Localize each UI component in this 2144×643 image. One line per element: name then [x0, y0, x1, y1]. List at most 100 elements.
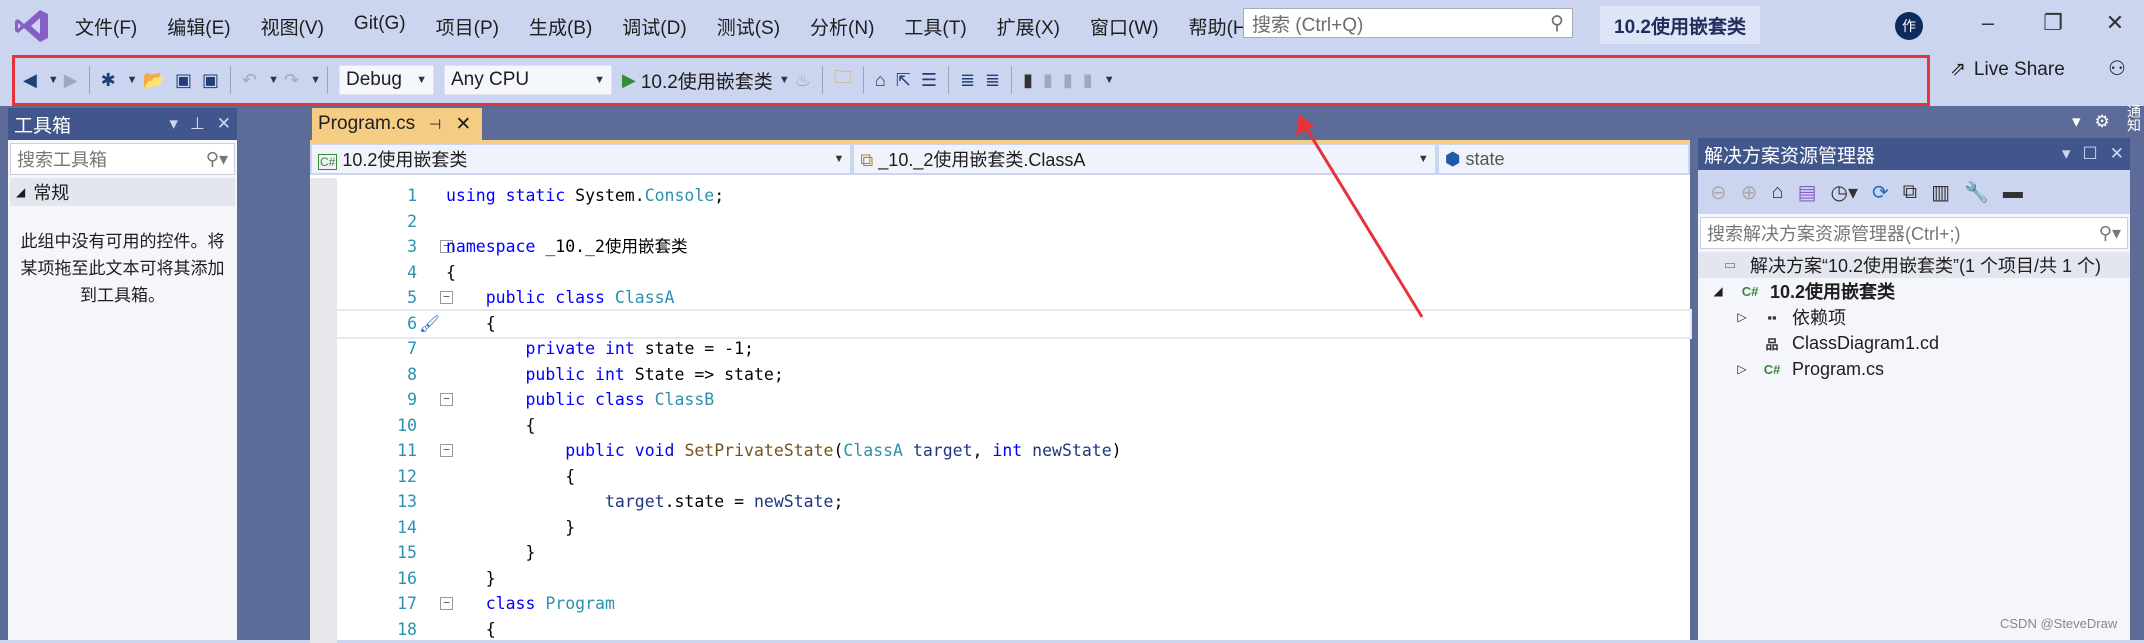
forward-icon[interactable]: ⊕	[1741, 180, 1758, 205]
close-icon[interactable]: ✕	[2110, 144, 2124, 164]
forward-icon[interactable]: ▶	[64, 70, 78, 91]
close-icon[interactable]: ✕	[2100, 10, 2130, 36]
toolbox-group-general[interactable]: ◢ 常规	[10, 178, 235, 206]
code-line[interactable]: 11− public void SetPrivateState(ClassA t…	[337, 438, 1690, 464]
tree-item-dependencies[interactable]: ▷ ▪▪ 依赖项	[1698, 304, 2130, 330]
open-file-icon[interactable]: 📂	[143, 70, 165, 91]
menu-item[interactable]: 窗口(W)	[1075, 13, 1174, 40]
menu-item[interactable]: 测试(S)	[702, 13, 795, 40]
tree-project[interactable]: ◢ C# 10.2使用嵌套类	[1698, 278, 2130, 304]
uncomment-icon[interactable]: ≣	[985, 70, 1000, 91]
dropdown-icon[interactable]: ▾	[169, 114, 178, 134]
bookmark-icon[interactable]: ▮	[1023, 70, 1033, 91]
close-tab-icon[interactable]: ✕	[455, 113, 471, 136]
tree-solution[interactable]: ▭ 解决方案“10.2使用嵌套类”(1 个项目/共 1 个)	[1698, 252, 2130, 278]
tree-item-program-cs[interactable]: ▷ C# Program.cs	[1698, 356, 2130, 382]
avatar[interactable]: 作	[1895, 12, 1923, 40]
toolbox-search-input[interactable]: 搜索工具箱 ⚲▾	[10, 143, 235, 175]
notifications-tab[interactable]: 通知	[2126, 104, 2144, 132]
dropdown-icon[interactable]: ▾	[2062, 144, 2071, 164]
redo-icon[interactable]: ↷	[284, 70, 299, 91]
code-line[interactable]: 8 public int State => state;	[337, 362, 1690, 388]
pending-changes-icon[interactable]: ◷▾	[1831, 180, 1859, 205]
member-dropdown[interactable]: ⬢ state	[1438, 145, 1688, 173]
minimize-icon[interactable]: –	[1973, 10, 2003, 36]
find-in-files-icon[interactable]: 🗀	[834, 65, 852, 95]
menu-item[interactable]: 视图(V)	[246, 13, 339, 40]
restore-icon[interactable]: ❐	[2038, 10, 2068, 36]
code-line[interactable]: 3− namespace _10._2使用嵌套类	[337, 234, 1690, 260]
project-dropdown[interactable]: C# 10.2使用嵌套类 ▼	[312, 145, 851, 173]
next-bookmark-icon[interactable]: ▮	[1063, 70, 1073, 91]
close-icon[interactable]: ✕	[217, 114, 231, 134]
collapsed-icon[interactable]: ▷	[1734, 310, 1750, 324]
code-line[interactable]: 12 {	[337, 464, 1690, 490]
tab-program-cs[interactable]: Program.cs ⊣ ✕	[312, 108, 482, 140]
feedback-icon[interactable]: ⚇	[2108, 56, 2126, 81]
code-line[interactable]: 18 {	[337, 617, 1690, 643]
collapsed-icon[interactable]: ▷	[1734, 362, 1750, 376]
code-line[interactable]: 10 {	[337, 413, 1690, 439]
show-all-files-icon[interactable]: ▥	[1931, 180, 1950, 205]
settings-gear-icon[interactable]: ⚙	[2095, 112, 2110, 132]
hot-reload-icon[interactable]: ♨	[795, 70, 811, 91]
code-line[interactable]: 15 }	[337, 540, 1690, 566]
code-line[interactable]: 7 private int state = -1;	[337, 336, 1690, 362]
code-line[interactable]: 6 🖌 {	[335, 308, 1692, 339]
save-icon[interactable]: ▣	[175, 70, 192, 91]
configuration-select[interactable]: Debug ▼	[338, 65, 434, 95]
back-icon[interactable]: ◀	[23, 70, 37, 91]
menu-item[interactable]: 分析(N)	[795, 13, 889, 40]
new-project-icon[interactable]: ✱	[101, 70, 116, 91]
code-line[interactable]: 2	[337, 209, 1690, 235]
outline-icon[interactable]: ☰	[921, 70, 937, 91]
solution-search-input[interactable]: 搜索解决方案资源管理器(Ctrl+;) ⚲▾	[1700, 217, 2128, 249]
code-line[interactable]: 1 using static System.Console;	[337, 183, 1690, 209]
pin-icon[interactable]: ⊣	[429, 116, 441, 133]
pin-icon[interactable]: ⊥	[190, 114, 205, 134]
expanded-icon[interactable]: ◢	[1710, 284, 1726, 298]
browser-icon[interactable]: ⌂	[875, 70, 886, 91]
start-button[interactable]: 10.2使用嵌套类	[641, 67, 773, 94]
line-number: 1	[407, 186, 417, 205]
code-line[interactable]: 5− public class ClassA	[337, 285, 1690, 311]
properties-icon[interactable]: 🔧	[1964, 180, 1989, 205]
code-line[interactable]: 4{	[337, 260, 1690, 286]
tree-item-classdiagram[interactable]: 品 ClassDiagram1.cd	[1698, 330, 2130, 356]
menu-item[interactable]: 项目(P)	[421, 13, 514, 40]
type-dropdown[interactable]: ⧉ _10._2使用嵌套类.ClassA ▼	[854, 145, 1435, 173]
comment-icon[interactable]: ≣	[960, 70, 975, 91]
dropdown-icon[interactable]: ▾	[2072, 112, 2081, 132]
prev-bookmark-icon[interactable]: ▮	[1043, 70, 1053, 91]
home-icon[interactable]: ⌂	[1772, 181, 1784, 204]
code-line[interactable]: 13 target.state = newState;	[337, 489, 1690, 515]
menu-item[interactable]: Git(G)	[339, 13, 421, 40]
undo-icon[interactable]: ↶	[242, 70, 257, 91]
platform-select[interactable]: Any CPU ▼	[443, 65, 612, 95]
back-icon[interactable]: ⊖	[1710, 180, 1727, 205]
menu-item[interactable]: 扩展(X)	[982, 13, 1075, 40]
switch-views-icon[interactable]: ▤	[1798, 180, 1817, 205]
toolbar-overflow-icon[interactable]: ▼	[1104, 74, 1115, 86]
maximize-icon[interactable]: ☐	[2083, 144, 2098, 164]
quick-actions-icon[interactable]: 🖌	[419, 311, 440, 337]
menu-item[interactable]: 文件(F)	[60, 13, 152, 40]
code-line[interactable]: 16 }	[337, 566, 1690, 592]
preview-icon[interactable]: ▬	[2003, 181, 2023, 204]
live-share-button[interactable]: ⇗ Live Share	[1950, 58, 2065, 81]
refresh-icon[interactable]: ⟳	[1872, 180, 1889, 205]
step-icon[interactable]: ⇱	[896, 70, 911, 91]
code-line[interactable]: 17− class Program	[337, 591, 1690, 617]
collapse-all-icon[interactable]: ⧉	[1903, 181, 1917, 204]
menu-item[interactable]: 工具(T)	[889, 13, 981, 40]
search-input[interactable]: 搜索 (Ctrl+Q) ⚲	[1243, 8, 1573, 38]
code-editor[interactable]: C# 10.2使用嵌套类 ▼ ⧉ _10._2使用嵌套类.ClassA ▼ ⬢ st…	[310, 140, 1692, 643]
menu-item[interactable]: 生成(B)	[514, 13, 607, 40]
code-line[interactable]: 14 }	[337, 515, 1690, 541]
menu-item[interactable]: 编辑(E)	[152, 13, 245, 40]
menu-item[interactable]: 调试(D)	[607, 13, 701, 40]
code-line[interactable]: 9− public class ClassB	[337, 387, 1690, 413]
start-icon[interactable]: ▶	[622, 70, 636, 91]
save-all-icon[interactable]: ▣	[202, 70, 219, 91]
clear-bookmarks-icon[interactable]: ▮	[1083, 70, 1093, 91]
